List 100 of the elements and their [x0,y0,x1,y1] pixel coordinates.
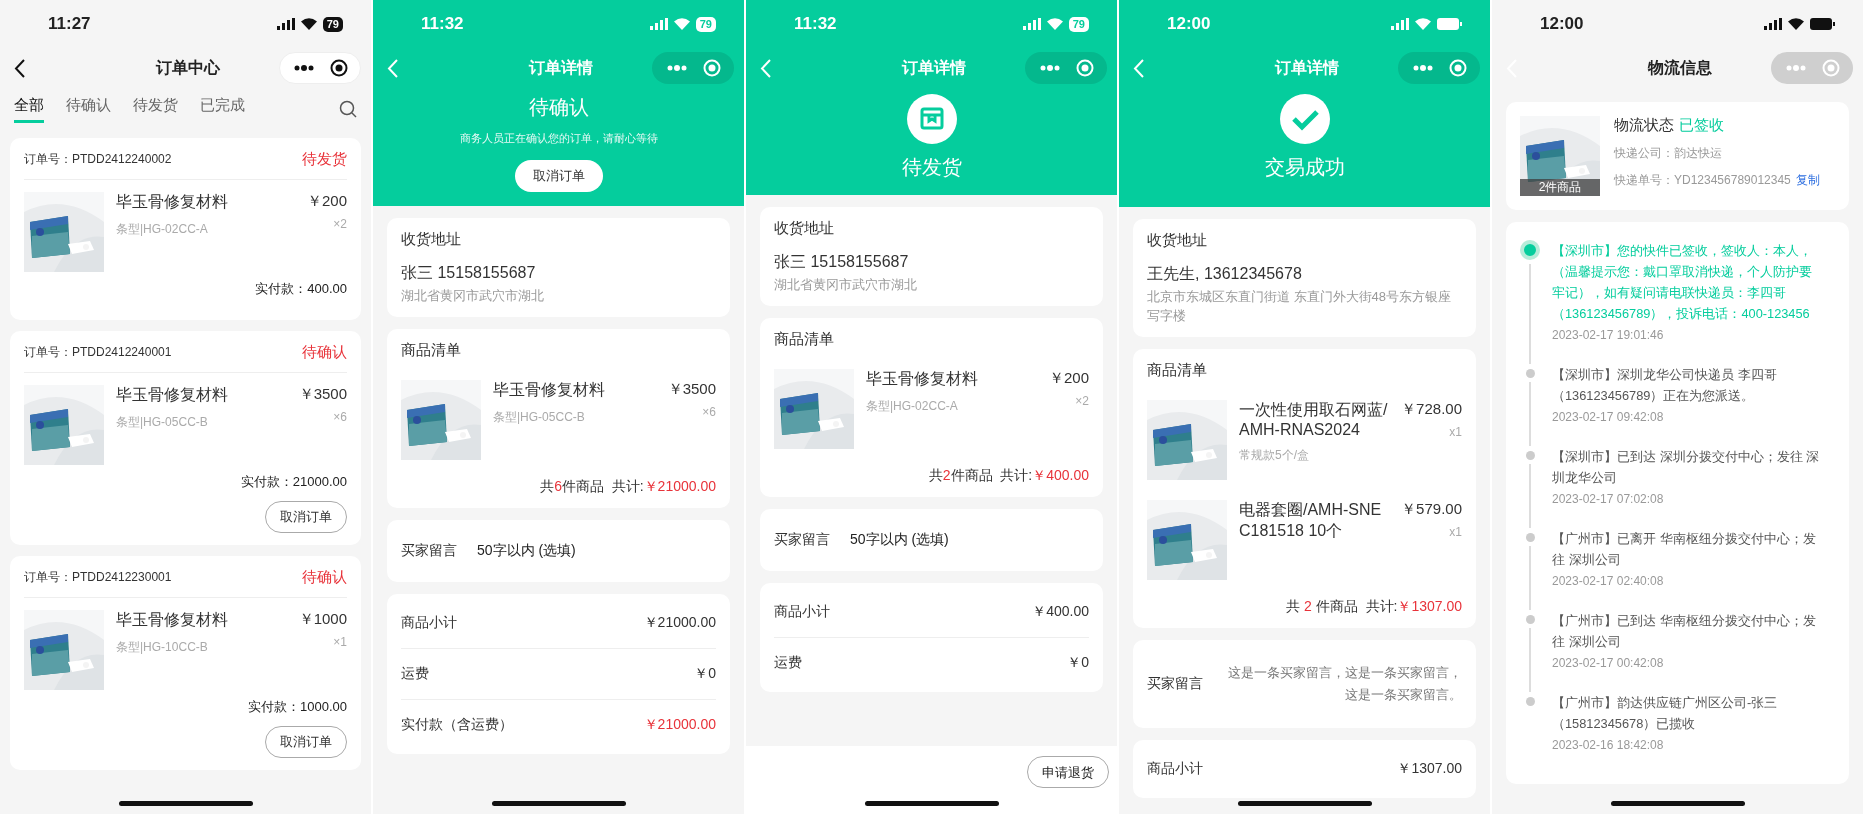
page-title: 订单详情 [1274,57,1339,78]
checkmark-icon [1279,94,1330,144]
battery-icon [1437,18,1462,30]
summary-value: ￥21000.00 [643,614,716,632]
wifi-icon [300,18,317,30]
message-label: 买家留言 [1147,675,1203,693]
message-field[interactable]: 50字以内 (选填) [477,542,716,558]
paid-amount: 实付款：1000.00 [247,698,347,716]
tracking-number: 快递单号：YD123456789012345 [1614,172,1791,189]
wifi-icon [1046,18,1063,30]
copy-link[interactable]: 复制 [1795,172,1820,189]
event-text: 【深圳市】深圳龙华公司快递员 李四哥（136123456789）正在为您派送。 [1552,366,1778,405]
product-name: 毕玉骨修复材料 [866,369,979,389]
product-price: ￥3500 [298,385,347,404]
order-status: 待发货 [302,150,347,169]
event-text: 【深圳市】已到达 深圳分拨交付中心；发往 深圳龙华公司 [1552,448,1821,487]
product-name: 电器套圈/AMH-SNEC181518 10个 [1239,500,1383,541]
address-text: 湖北省黄冈市武穴市湖北 [774,276,918,294]
product-spec: 条型|HG-05CC-B [116,414,209,431]
tab[interactable]: 待发货 [133,95,178,123]
message-text: 这是一条买家留言，这是一条买家留言，这是一条买家留言。 [1227,664,1462,704]
product-name: 毕玉骨修复材料 [493,380,606,400]
page-title: 物流信息 [1647,57,1712,78]
card-title: 商品清单 [1147,361,1208,380]
event-text: 【广州市】已到达 华南枢纽分拨交付中心；发往 深圳公司 [1552,612,1817,651]
summary-label: 商品小计 [401,614,457,632]
summary-value: ￥0 [694,665,716,683]
message-field[interactable]: 50字以内 (选填) [850,531,1089,547]
return-request-button[interactable]: 申请退货 [1027,756,1109,788]
tab[interactable]: 全部 [14,95,44,123]
product-spec: 常规款5个/盒 [1239,447,1310,464]
summary-value: ￥21000.00 [643,716,716,734]
target-icon[interactable] [330,59,348,77]
order-total: 共6件商品 共计:￥21000.00 [539,478,716,496]
cancel-order-button[interactable]: 取消订单 [265,501,347,533]
page-title: 订单详情 [528,57,593,78]
event-time: 2023-02-17 00:42:08 [1552,656,1665,670]
search-icon[interactable] [339,100,357,118]
status-label: 物流状态 [1614,116,1674,135]
summary-label: 运费 [774,654,802,672]
product-spec: 条型|HG-02CC-A [116,221,209,238]
tab[interactable]: 待确认 [66,95,111,123]
order-total: 共 2 件商品 共计:￥1307.00 [1285,598,1462,616]
order-card[interactable]: 订单号：PTDD2412230001 待确认 毕玉骨修复材料 条型|HG-10CC-B ￥1000 ×1 实付款：1000.00 取消订单 [10,556,361,770]
card-title: 商品清单 [401,341,462,360]
wifi-icon [1415,18,1431,30]
page-title: 订单中心 [155,57,220,78]
more-icon[interactable] [294,65,314,71]
order-number: 订单号：PTDD2412230001 [24,569,172,586]
event-time: 2023-02-17 02:40:08 [1552,574,1665,588]
wifi-icon [673,18,690,30]
summary-label: 商品小计 [1147,760,1203,778]
address-text: 湖北省黄冈市武穴市湖北 [401,287,545,305]
event-time: 2023-02-17 07:02:08 [1552,492,1665,506]
product-spec: 条型|HG-05CC-B [493,409,586,426]
tab[interactable]: 已完成 [200,95,245,123]
order-status: 待确认 [302,343,347,362]
order-card[interactable]: 订单号：PTDD2412240002 待发货 毕玉骨修复材料 条型|HG-02CC-A ￥200 ×2 实付款：400.00 [10,138,361,320]
cancel-order-button[interactable]: 取消订单 [514,160,603,192]
cancel-order-button[interactable]: 取消订单 [265,726,347,758]
product-quantity: ×2 [1075,394,1089,408]
event-time: 2023-02-16 18:42:08 [1552,738,1665,752]
product-spec: 条型|HG-02CC-A [866,398,959,415]
order-card[interactable]: 订单号：PTDD2412240001 待确认 毕玉骨修复材料 条型|HG-05CC-B ￥3500 ×6 实付款：21000.00 取消订单 [10,331,361,545]
paid-amount: 实付款：400.00 [254,280,347,298]
product-price: ￥200 [306,192,347,211]
battery-level: 79 [322,16,343,32]
status-message: 商务人员正在确认您的订单，请耐心等待 [459,131,658,146]
event-text: 【广州市】已离开 华南枢纽分拨交付中心；发往 深圳公司 [1552,530,1817,569]
message-label: 买家留言 [774,531,830,549]
summary-label: 商品小计 [774,603,830,621]
product-name: 一次性使用取石网蓝/AMH-RNAS2024 [1239,400,1389,439]
event-time: 2023-02-17 19:01:46 [1552,328,1665,342]
package-icon [906,94,957,144]
event-time: 2023-02-17 09:42:08 [1552,410,1665,424]
message-label: 买家留言 [401,542,457,560]
order-status-title: 交易成功 [1264,155,1345,180]
summary-label: 实付款（含运费） [401,716,513,734]
signal-icon [1391,18,1409,30]
card-title: 收货地址 [401,230,462,249]
product-quantity: ×1 [333,635,347,649]
contact-info: 王先生, 13612345678 [1147,264,1303,284]
order-status: 待确认 [302,568,347,587]
battery-level: 79 [695,16,716,32]
order-number: 订单号：PTDD2412240002 [24,151,172,168]
battery-icon [1810,18,1835,30]
product-name: 毕玉骨修复材料 [116,192,229,212]
signal-icon [1764,18,1782,30]
order-status-title: 待发货 [901,155,962,180]
back-icon[interactable] [14,58,25,78]
product-quantity: ×6 [702,405,716,419]
product-quantity: ×6 [333,410,347,424]
product-price: ￥579.00 [1401,500,1462,519]
summary-value: ￥400.00 [1032,603,1089,621]
product-price: ￥728.00 [1401,400,1462,419]
card-title: 收货地址 [1147,231,1208,250]
product-price: ￥200 [1048,369,1089,388]
card-title: 收货地址 [774,219,835,238]
order-status-title: 待确认 [528,95,589,120]
product-quantity: ×2 [333,217,347,231]
